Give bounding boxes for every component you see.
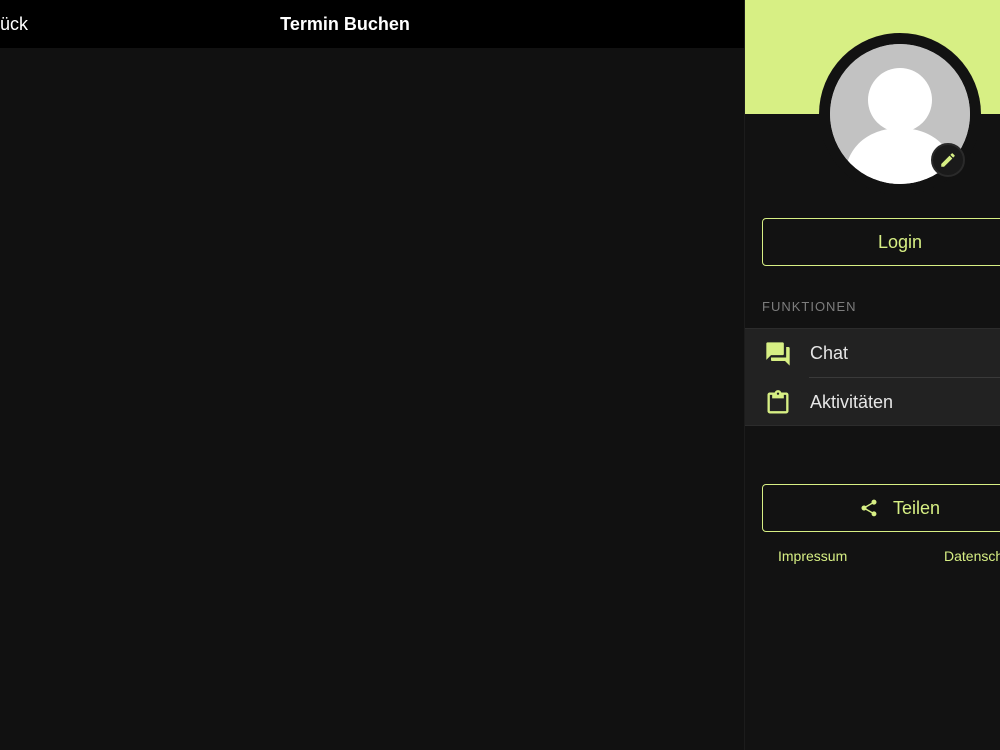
menu-item-label: Chat <box>810 343 849 363</box>
login-button-label: Login <box>877 232 923 252</box>
chat-icon <box>766 342 790 366</box>
login-button[interactable]: Login <box>762 218 1000 266</box>
side-drawer: Login FUNKTIONEN Chat Aktivitäten Teilen… <box>744 0 1000 750</box>
top-bar: Zurück Termin Buchen <box>0 0 744 48</box>
privacy-link[interactable]: Datenschutz <box>944 548 1000 564</box>
clipboard-icon <box>767 390 789 414</box>
app-screen: Zurück Termin Buchen Login FUNKTI <box>0 0 1000 750</box>
pencil-icon <box>941 153 955 167</box>
share-button-label: Teilen <box>893 498 941 518</box>
impressum-link[interactable]: Impressum <box>778 548 847 564</box>
menu-item-chat[interactable]: Chat <box>745 329 1000 377</box>
main-content: Zurück Termin Buchen <box>0 0 744 750</box>
avatar-frame <box>819 33 981 195</box>
share-button[interactable]: Teilen <box>762 484 1000 532</box>
share-icon <box>861 499 877 517</box>
page-title: Termin Buchen <box>280 14 410 34</box>
menu-item-label: Aktivitäten <box>810 392 894 412</box>
section-label-functions: FUNKTIONEN <box>762 299 857 314</box>
edit-avatar-button[interactable] <box>931 143 965 177</box>
functions-menu: Chat Aktivitäten <box>745 328 1000 426</box>
menu-item-activities[interactable]: Aktivitäten <box>745 378 1000 426</box>
